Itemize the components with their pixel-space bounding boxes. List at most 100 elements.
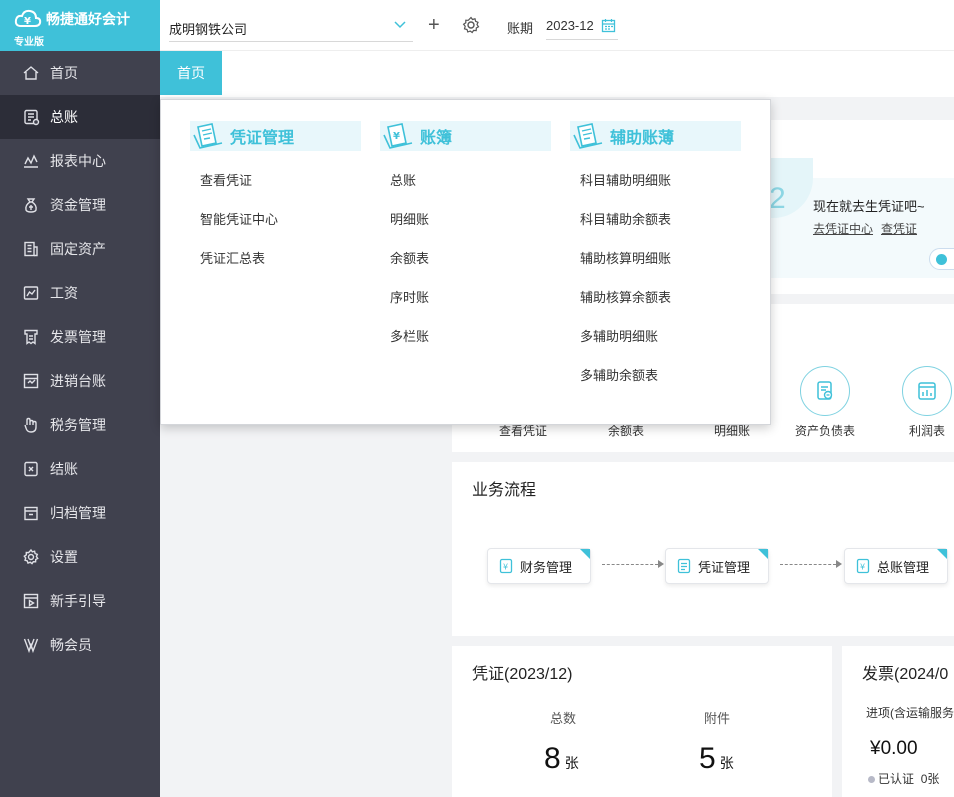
sidebar-item-label: 报表中心 <box>50 153 106 169</box>
invoice-icon <box>22 328 40 346</box>
view-voucher-link[interactable]: 查凭证 <box>881 220 917 237</box>
voucher-icon <box>677 558 691 574</box>
sidebar-item-4[interactable]: 固定资产 <box>0 227 160 271</box>
flow-arrow <box>780 560 842 568</box>
menu-item[interactable]: 多栏账 <box>380 317 551 356</box>
sidebar-item-0[interactable]: 首页 <box>0 51 160 95</box>
certified-label: 已认证 <box>878 772 915 786</box>
sidebar-item-3[interactable]: 资金管理 <box>0 183 160 227</box>
menu-item[interactable]: 查看凭证 <box>190 161 361 200</box>
menu-item[interactable]: 序时账 <box>380 278 551 317</box>
gear-icon[interactable] <box>462 16 480 34</box>
sidebar-item-8[interactable]: 税务管理 <box>0 403 160 447</box>
tax-icon <box>22 416 40 434</box>
quick-profit[interactable]: 利润表 <box>902 366 952 439</box>
calendar-icon <box>601 19 616 33</box>
building-icon <box>22 240 40 258</box>
menu-item[interactable]: 多辅助明细账 <box>570 317 741 356</box>
menu-column-title: 凭证管理 <box>230 130 295 147</box>
finance-icon: ¥ <box>499 558 513 574</box>
voucher-title: 凭证(2023/12) <box>472 666 573 683</box>
menu-item[interactable]: 辅助核算明细账 <box>570 239 741 278</box>
edition-label: 专业版 <box>14 37 44 48</box>
sidebar-item-1[interactable]: 总账 <box>0 95 160 139</box>
menu-items: 总账 明细账 余额表 序时账 多栏账 <box>380 151 551 356</box>
general-ledger-dropdown: 凭证管理 查看凭证 智能凭证中心 凭证汇总表 ¥ 账簿 总账 明细账 余额表 序时账 多栏账… <box>160 99 771 425</box>
menu-item[interactable]: 辅助核算余额表 <box>570 278 741 317</box>
play-icon[interactable] <box>929 248 954 270</box>
sidebar-item-6[interactable]: 发票管理 <box>0 315 160 359</box>
report-icon <box>22 152 40 170</box>
voucher-center-link[interactable]: 去凭证中心 <box>813 220 873 237</box>
menu-items: 科目辅助明细账 科目辅助余额表 辅助核算明细账 辅助核算余额表 多辅助明细账 多辅助余额表 <box>570 151 741 395</box>
total-value: 8 <box>544 742 561 775</box>
flow-label: 财务管理 <box>520 559 573 575</box>
period-picker[interactable]: 2023-12 <box>546 12 618 40</box>
ledger-icon: ¥ <box>856 558 870 574</box>
topbar: 成明钢铁公司 + 账期 2023-12 <box>160 0 954 51</box>
invoice-amount: ¥0.00 <box>870 738 918 759</box>
ledger-icon <box>22 108 40 126</box>
period-value: 2023-12 <box>546 18 594 33</box>
menu-item[interactable]: 智能凭证中心 <box>190 200 361 239</box>
quick-assets-liabilities[interactable]: 资产负债表 <box>795 366 855 439</box>
menu-item[interactable]: 明细账 <box>380 200 551 239</box>
sidebar-item-12[interactable]: 新手引导 <box>0 579 160 623</box>
tab-home[interactable]: 首页 <box>160 51 222 95</box>
sidebar-item-label: 进销台账 <box>50 373 106 389</box>
invoice-title: 发票(2024/0 <box>862 666 949 683</box>
sidebar-item-label: 结账 <box>50 461 78 477</box>
menu-item[interactable]: 总账 <box>380 161 551 200</box>
sidebar-item-5[interactable]: 工资 <box>0 271 160 315</box>
flow-voucher[interactable]: 凭证管理 <box>665 548 769 584</box>
attach-value: 5 <box>699 742 716 775</box>
flow-title: 业务流程 <box>472 482 537 499</box>
svg-text:¥: ¥ <box>503 563 508 572</box>
unit-label: 张 <box>719 755 734 771</box>
menu-item[interactable]: 凭证汇总表 <box>190 239 361 278</box>
menu-item[interactable]: 科目辅助余额表 <box>570 200 741 239</box>
sidebar-item-7[interactable]: 进销台账 <box>0 359 160 403</box>
menu-column-title: 辅助账薄 <box>610 130 675 147</box>
certified-value: 0张 <box>920 772 940 786</box>
sidebar-item-label: 资金管理 <box>50 197 106 213</box>
menu-item[interactable]: 多辅助余额表 <box>570 356 741 395</box>
total-count[interactable]: 8张 <box>544 742 579 776</box>
vip-icon <box>22 636 40 654</box>
unit-label: 张 <box>564 755 579 771</box>
menu-item[interactable]: 科目辅助明细账 <box>570 161 741 200</box>
sidebar-item-label: 税务管理 <box>50 417 106 433</box>
add-icon[interactable]: + <box>428 14 440 36</box>
company-name: 成明钢铁公司 <box>169 22 248 37</box>
flow-finance[interactable]: ¥ 财务管理 <box>487 548 591 584</box>
certified-row: 已认证 0张 <box>868 770 939 787</box>
sidebar-item-11[interactable]: 设置 <box>0 535 160 579</box>
svg-text:¥: ¥ <box>24 16 31 27</box>
svg-text:¥: ¥ <box>860 563 865 572</box>
sidebar-item-label: 总账 <box>50 109 78 125</box>
banner-message: 现在就去生凭证吧~ <box>813 199 925 214</box>
menu-item[interactable]: 余额表 <box>380 239 551 278</box>
app-logo[interactable]: ¥ 畅捷通好会计 专业版 <box>0 0 160 51</box>
chevron-down-icon <box>394 21 406 29</box>
sidebar-item-10[interactable]: 归档管理 <box>0 491 160 535</box>
attach-count[interactable]: 5张 <box>699 742 734 776</box>
corner-badge <box>580 549 590 559</box>
sidebar-item-13[interactable]: 畅会员 <box>0 623 160 667</box>
brand-name: 畅捷通好会计 <box>46 11 130 27</box>
auxiliary-book-icon <box>573 123 603 149</box>
sidebar-item-9[interactable]: 结账 <box>0 447 160 491</box>
cloud-logo-icon: ¥ <box>14 9 42 27</box>
profit-chart-icon <box>902 366 952 416</box>
company-select[interactable]: 成明钢铁公司 <box>169 12 413 42</box>
flow-arrow <box>602 560 664 568</box>
sidebar-item-label: 设置 <box>50 549 78 565</box>
flow-ledger[interactable]: ¥ 总账管理 <box>844 548 948 584</box>
video-guide-icon <box>22 592 40 610</box>
flow-label: 总账管理 <box>877 559 930 575</box>
sidebar-item-2[interactable]: 报表中心 <box>0 139 160 183</box>
sidebar-nav: 首页总账报表中心资金管理固定资产 工资 发票管理进销台账税务管理结账归档管理设置新手… <box>0 51 160 667</box>
home-icon <box>22 64 40 82</box>
flow-label: 凭证管理 <box>698 559 751 575</box>
sidebar-item-label: 首页 <box>50 65 78 81</box>
